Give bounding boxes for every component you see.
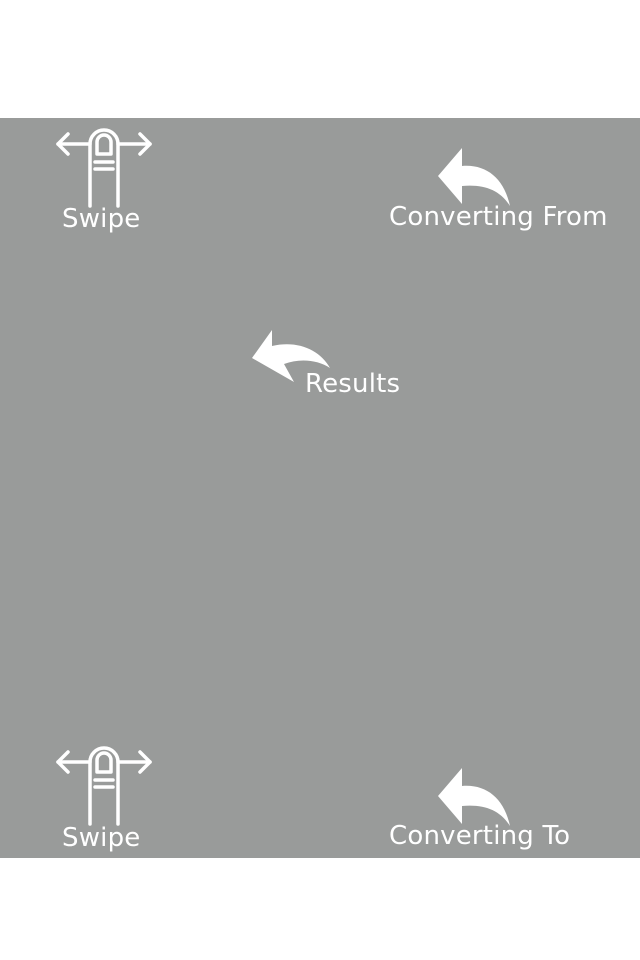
tutorial-overlay[interactable]: Swipe Converting From Results Swipe Conv… — [0, 118, 640, 858]
swipe-bottom-label: Swipe — [62, 823, 141, 853]
swipe-top-label: Swipe — [62, 204, 141, 234]
converting-to-label: Converting To — [389, 821, 571, 851]
curved-arrow-icon — [438, 148, 510, 206]
converting-from-label: Converting From — [389, 202, 608, 232]
curved-arrow-icon — [438, 768, 510, 826]
results-label: Results — [305, 369, 401, 399]
swipe-finger-icon — [56, 128, 152, 208]
swipe-finger-icon — [56, 746, 152, 826]
